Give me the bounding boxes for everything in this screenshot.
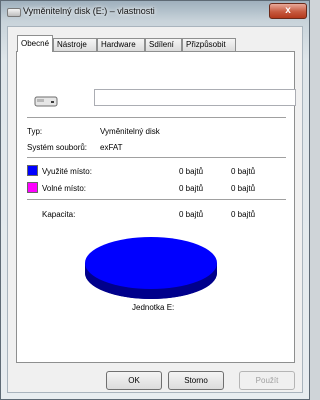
disk-usage-pie — [85, 237, 217, 299]
window-title: Vyměnitelný disk (E:) – vlastnosti — [23, 6, 155, 16]
used-space-size: 0 bajtů — [231, 167, 256, 176]
tab-tools[interactable]: Nástroje — [53, 38, 97, 51]
used-space-bytes: 0 bajtů — [179, 167, 204, 176]
capacity-size: 0 bajtů — [231, 210, 256, 219]
tab-general[interactable]: Obecné — [17, 35, 53, 52]
used-space-swatch — [27, 165, 38, 176]
filesystem-value: exFAT — [100, 143, 123, 152]
filesystem-label: Systém souborů: — [27, 143, 88, 152]
removable-drive-icon — [34, 96, 58, 107]
free-space-label: Volné místo: — [42, 184, 87, 193]
general-panel: Typ: Vyměnitelný disk Systém souborů: ex… — [16, 51, 296, 363]
divider — [27, 157, 286, 158]
divider — [27, 199, 286, 200]
tab-hardware[interactable]: Hardware — [97, 38, 145, 51]
title-bar[interactable]: Vyměnitelný disk (E:) – vlastnosti x — [1, 1, 309, 25]
ok-button[interactable]: OK — [106, 371, 162, 390]
cancel-button[interactable]: Storno — [168, 371, 224, 390]
type-label: Typ: — [27, 127, 43, 136]
used-space-label: Využité místo: — [42, 167, 92, 176]
apply-button[interactable]: Použít — [239, 371, 295, 390]
drive-letter-label: Jednotka E: — [132, 303, 175, 312]
dialog-client: Obecné Nástroje Hardware Sdílení Přizpůs… — [7, 26, 303, 393]
drive-icon — [7, 8, 21, 17]
capacity-label: Kapacita: — [42, 210, 76, 219]
free-space-swatch — [27, 182, 38, 193]
tab-sharing[interactable]: Sdílení — [145, 38, 182, 51]
close-button[interactable]: x — [269, 3, 307, 19]
properties-window: Vyměnitelný disk (E:) – vlastnosti x Obe… — [0, 0, 310, 400]
free-space-size: 0 bajtů — [231, 184, 256, 193]
capacity-bytes: 0 bajtů — [179, 210, 204, 219]
free-space-bytes: 0 bajtů — [179, 184, 204, 193]
type-value: Vyměnitelný disk — [100, 127, 160, 136]
drive-name-input[interactable] — [94, 89, 296, 106]
divider — [27, 117, 286, 118]
tab-customize[interactable]: Přizpůsobit — [182, 38, 236, 51]
